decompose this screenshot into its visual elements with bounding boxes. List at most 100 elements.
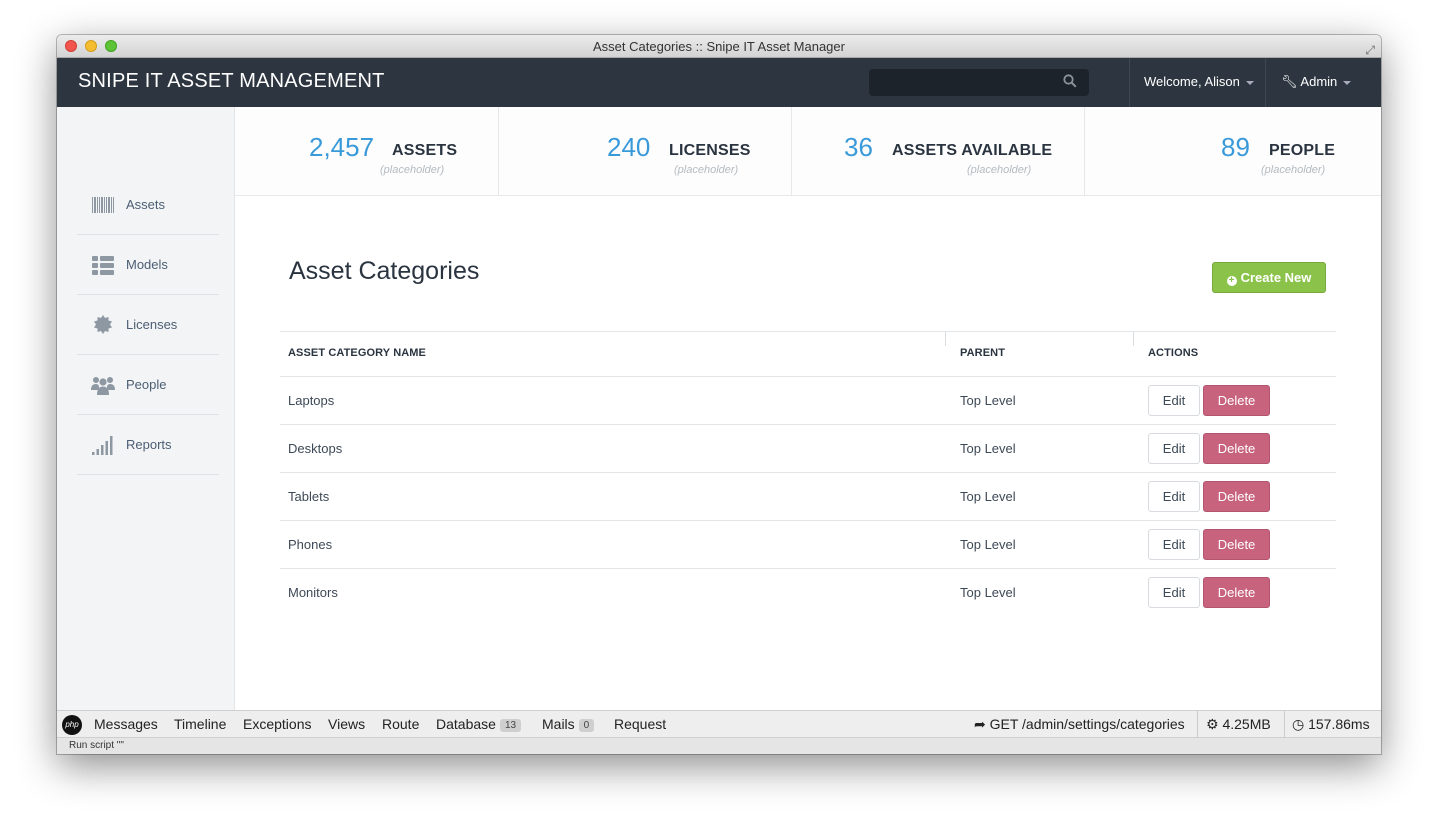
memory-indicator: ⚙ 4.25MB bbox=[1206, 716, 1271, 733]
table-header-row: ASSET CATEGORY NAME PARENT ACTIONS bbox=[280, 331, 1336, 377]
category-parent: Top Level bbox=[960, 537, 1016, 552]
sidebar-item-label: Models bbox=[126, 257, 168, 272]
create-new-button[interactable]: + Create New bbox=[1212, 262, 1326, 293]
column-divider bbox=[945, 332, 946, 346]
database-count-badge: 13 bbox=[499, 719, 522, 732]
minimize-window-button[interactable] bbox=[85, 40, 97, 52]
category-name[interactable]: Phones bbox=[288, 537, 332, 552]
nav-divider bbox=[1265, 58, 1266, 107]
stat-licenses[interactable]: 240 LICENSES (placeholder) bbox=[499, 107, 792, 196]
debug-tab-database[interactable]: Database 13 bbox=[436, 716, 522, 732]
search-icon[interactable] bbox=[1063, 74, 1077, 88]
zoom-window-button[interactable] bbox=[105, 40, 117, 52]
debug-tab-views[interactable]: Views bbox=[328, 716, 365, 732]
debug-tab-messages[interactable]: Messages bbox=[94, 716, 158, 732]
edit-button[interactable]: Edit bbox=[1148, 529, 1200, 560]
stat-value: 89 bbox=[1221, 132, 1250, 162]
sidebar-item-assets[interactable]: Assets bbox=[77, 175, 219, 235]
category-parent: Top Level bbox=[960, 585, 1016, 600]
table-row: Monitors Top Level Edit Delete bbox=[280, 569, 1336, 617]
search-input[interactable] bbox=[869, 69, 1089, 96]
stat-assets-available[interactable]: 36 ASSETS AVAILABLE (placeholder) bbox=[792, 107, 1085, 196]
debug-tab-database-label: Database bbox=[436, 716, 496, 732]
route-value: GET /admin/settings/categories bbox=[989, 716, 1185, 732]
delete-button[interactable]: Delete bbox=[1203, 481, 1270, 512]
category-name[interactable]: Desktops bbox=[288, 441, 342, 456]
stat-people[interactable]: 89 PEOPLE (placeholder) bbox=[1085, 107, 1381, 196]
page-title: Asset Categories bbox=[289, 257, 480, 285]
edit-button[interactable]: Edit bbox=[1148, 481, 1200, 512]
category-parent: Top Level bbox=[960, 489, 1016, 504]
stat-label: ASSETS bbox=[392, 142, 458, 159]
chevron-down-icon bbox=[1343, 80, 1352, 85]
welcome-menu[interactable]: Welcome, Alison bbox=[1144, 74, 1254, 89]
debug-divider bbox=[1197, 711, 1198, 738]
categories-table: ASSET CATEGORY NAME PARENT ACTIONS Lapto… bbox=[280, 331, 1336, 617]
category-name[interactable]: Monitors bbox=[288, 585, 338, 600]
mails-count-badge: 0 bbox=[578, 719, 595, 732]
debug-tab-exceptions[interactable]: Exceptions bbox=[243, 716, 311, 732]
debug-tab-mails[interactable]: Mails 0 bbox=[542, 716, 595, 732]
edit-button[interactable]: Edit bbox=[1148, 433, 1200, 464]
column-header-name[interactable]: ASSET CATEGORY NAME bbox=[288, 347, 426, 359]
sidebar-item-label: Assets bbox=[126, 197, 166, 212]
share-arrow-icon: ➦ bbox=[974, 716, 986, 732]
delete-button[interactable]: Delete bbox=[1203, 577, 1270, 608]
stat-subtext: (placeholder) bbox=[1261, 164, 1326, 176]
stat-subtext: (placeholder) bbox=[380, 164, 445, 176]
chevron-down-icon bbox=[1245, 80, 1254, 85]
table-row: Laptops Top Level Edit Delete bbox=[280, 377, 1336, 425]
window-title: Asset Categories :: Snipe IT Asset Manag… bbox=[593, 39, 845, 54]
php-logo-icon[interactable]: php bbox=[62, 715, 82, 735]
category-parent: Top Level bbox=[960, 393, 1016, 408]
top-navbar: SNIPE IT ASSET MANAGEMENT Welcome, Aliso… bbox=[57, 58, 1381, 107]
delete-button[interactable]: Delete bbox=[1203, 433, 1270, 464]
time-value: 157.86ms bbox=[1308, 716, 1370, 732]
stat-subtext: (placeholder) bbox=[967, 164, 1032, 176]
table-row: Phones Top Level Edit Delete bbox=[280, 521, 1336, 569]
column-header-parent[interactable]: PARENT bbox=[960, 347, 1005, 359]
status-bar: Run script "" bbox=[57, 738, 1381, 754]
delete-button[interactable]: Delete bbox=[1203, 529, 1270, 560]
certificate-icon bbox=[94, 315, 112, 334]
debug-bar: php Messages Timeline Exceptions Views R… bbox=[57, 710, 1381, 738]
stats-bar: 2,457 ASSETS (placeholder) 240 LICENSES … bbox=[235, 107, 1381, 196]
table-row: Tablets Top Level Edit Delete bbox=[280, 473, 1336, 521]
sidebar-item-label: People bbox=[126, 377, 167, 392]
category-name[interactable]: Tablets bbox=[288, 489, 329, 504]
debug-tab-route[interactable]: Route bbox=[382, 716, 419, 732]
welcome-label: Welcome, Alison bbox=[1144, 74, 1240, 89]
nav-divider bbox=[1129, 58, 1130, 107]
stat-value: 2,457 bbox=[309, 132, 375, 162]
list-icon bbox=[92, 256, 114, 275]
stat-assets[interactable]: 2,457 ASSETS (placeholder) bbox=[235, 107, 499, 196]
stat-label: ASSETS AVAILABLE bbox=[892, 142, 1053, 159]
sidebar-item-reports[interactable]: Reports bbox=[77, 415, 219, 475]
create-new-label: Create New bbox=[1240, 270, 1312, 285]
memory-value: 4.25MB bbox=[1222, 716, 1271, 732]
sidebar-item-licenses[interactable]: Licenses bbox=[77, 295, 219, 355]
edit-button[interactable]: Edit bbox=[1148, 385, 1200, 416]
route-indicator: ➦ GET /admin/settings/categories bbox=[974, 716, 1185, 733]
column-header-actions: ACTIONS bbox=[1148, 347, 1199, 359]
sidebar-item-models[interactable]: Models bbox=[77, 235, 219, 295]
browser-window: Asset Categories :: Snipe IT Asset Manag… bbox=[57, 35, 1381, 754]
close-window-button[interactable] bbox=[65, 40, 77, 52]
brand-logo[interactable]: SNIPE IT ASSET MANAGEMENT bbox=[78, 70, 385, 93]
edit-button[interactable]: Edit bbox=[1148, 577, 1200, 608]
debug-tab-timeline[interactable]: Timeline bbox=[174, 716, 226, 732]
category-name[interactable]: Laptops bbox=[288, 393, 334, 408]
plus-circle-icon: + bbox=[1226, 276, 1237, 286]
table-row: Desktops Top Level Edit Delete bbox=[280, 425, 1336, 473]
stat-value: 36 bbox=[844, 132, 873, 162]
admin-menu[interactable]: 🔧︎ Admin bbox=[1281, 74, 1352, 90]
barcode-icon bbox=[92, 197, 114, 213]
sidebar-item-people[interactable]: People bbox=[77, 355, 219, 415]
people-icon bbox=[91, 377, 115, 395]
stat-subtext: (placeholder) bbox=[674, 164, 739, 176]
sidebar-item-label: Licenses bbox=[126, 317, 178, 332]
sidebar: Assets Models Licenses People Reports bbox=[57, 107, 235, 710]
delete-button[interactable]: Delete bbox=[1203, 385, 1270, 416]
gears-icon: ⚙ bbox=[1206, 716, 1219, 732]
debug-tab-request[interactable]: Request bbox=[614, 716, 666, 732]
